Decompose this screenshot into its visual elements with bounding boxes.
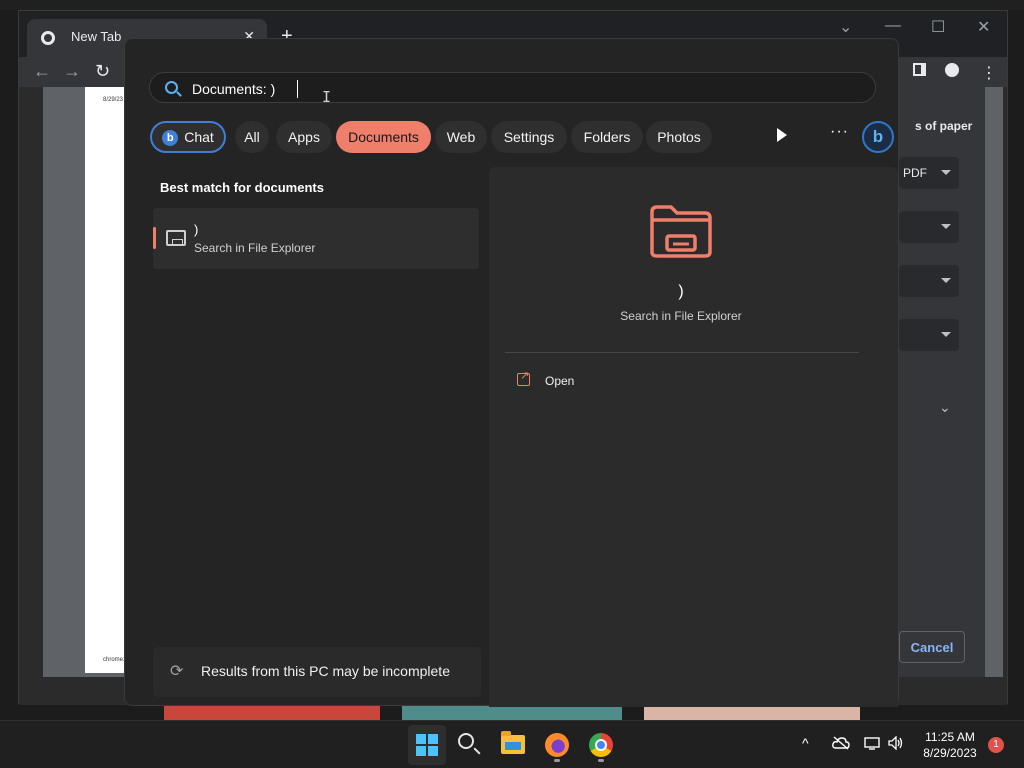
search-icon (165, 81, 178, 94)
file-explorer-icon (501, 731, 525, 754)
selection-indicator (153, 227, 156, 249)
chevron-down-icon (941, 332, 951, 337)
chevron-down-icon (941, 224, 951, 229)
cancel-button[interactable]: Cancel (899, 631, 965, 663)
result-title: ) (194, 222, 199, 237)
filter-web[interactable]: Web (435, 121, 487, 153)
open-external-icon (517, 369, 530, 386)
refresh-icon: ⟳ (170, 663, 184, 680)
best-match-result[interactable]: ) Search in File Explorer (153, 208, 479, 269)
filter-photos[interactable]: Photos (646, 121, 712, 153)
bing-chat-icon: b (162, 130, 179, 147)
text-caret (297, 80, 298, 98)
pages-label: s of paper (915, 119, 973, 133)
firefox-button[interactable] (541, 729, 573, 762)
menu-kebab-icon[interactable]: ⋮ (981, 63, 997, 83)
bing-icon[interactable]: b (862, 121, 894, 153)
desktop-background (0, 0, 1024, 10)
search-input[interactable] (192, 79, 852, 99)
running-indicator (598, 759, 604, 762)
minimize-button[interactable]: — (885, 17, 901, 35)
forward-button[interactable]: → (63, 61, 81, 82)
layout-select[interactable] (899, 265, 959, 297)
taskbar: ^ 11:25 AM 8/29/2023 1 (0, 720, 1024, 768)
results-pane: Best match for documents ) Search in Fil… (125, 167, 487, 707)
chrome-favicon-icon (41, 31, 55, 45)
search-flyout: I bChat All Apps Documents Web Settings … (124, 38, 899, 707)
back-button[interactable]: ← (33, 61, 51, 82)
close-window-button[interactable]: ✕ (977, 17, 990, 37)
running-indicator (554, 759, 560, 762)
start-button[interactable] (408, 725, 446, 765)
tab-search-icon[interactable]: ⌄ (839, 17, 852, 37)
onedrive-offline-icon[interactable] (832, 736, 850, 750)
chrome-icon (589, 733, 613, 757)
pages-select[interactable] (899, 211, 959, 243)
preview-pane: ) Search in File Explorer Open (489, 167, 898, 707)
volume-icon[interactable] (888, 736, 904, 750)
notice-text: Results from this PC may be incomplete (201, 663, 450, 679)
preview-subtitle: Search in File Explorer (620, 309, 742, 323)
profile-avatar-icon[interactable] (945, 63, 959, 77)
tab-title: New Tab (71, 29, 122, 44)
open-action-label: Open (545, 374, 575, 388)
folder-search-icon (166, 230, 186, 246)
clock-date: 8/29/2023 (923, 746, 977, 760)
clock[interactable]: 11:25 AM 8/29/2023 (912, 729, 988, 761)
more-settings-chevron-icon[interactable]: ⌄ (939, 399, 951, 416)
show-hidden-icons-chevron-icon[interactable]: ^ (802, 735, 809, 751)
folder-icon (650, 205, 712, 258)
filter-label: Chat (184, 129, 214, 145)
result-subtitle: Search in File Explorer (194, 241, 316, 255)
filter-folders[interactable]: Folders (571, 121, 643, 153)
mouse-ibeam-cursor-icon: I (322, 88, 332, 106)
chrome-button[interactable] (585, 729, 617, 762)
filter-apps[interactable]: Apps (276, 121, 332, 153)
maximize-button[interactable]: ☐ (931, 17, 945, 37)
filter-documents[interactable]: Documents (336, 121, 431, 153)
filter-settings[interactable]: Settings (491, 121, 567, 153)
reload-button[interactable]: ↻ (95, 61, 110, 82)
open-action[interactable]: Open (513, 369, 713, 393)
file-explorer-button[interactable] (497, 729, 529, 761)
clock-time: 11:25 AM (925, 730, 975, 744)
search-box[interactable]: I (149, 72, 876, 106)
more-options-icon[interactable]: ··· (830, 123, 849, 141)
filter-chat[interactable]: b Chat (150, 121, 226, 153)
page-date: 8/29/23 (103, 97, 124, 103)
scroll-filters-icon[interactable] (777, 128, 787, 142)
destination-select[interactable]: PDF (899, 157, 959, 189)
side-panel-icon[interactable] (913, 63, 926, 76)
firefox-icon (545, 733, 569, 757)
search-icon (458, 733, 474, 749)
filter-all[interactable]: All (235, 121, 269, 153)
color-select[interactable] (899, 319, 959, 351)
chevron-down-icon (941, 278, 951, 283)
notification-badge[interactable]: 1 (988, 737, 1004, 753)
section-heading: Best match for documents (160, 180, 324, 195)
chevron-down-icon (941, 170, 951, 175)
incomplete-results-notice[interactable]: ⟳ Results from this PC may be incomplete (153, 647, 481, 697)
destination-value: PDF (903, 166, 927, 180)
taskbar-search-button[interactable] (453, 729, 485, 761)
preview-title: ) (678, 283, 684, 300)
network-icon[interactable] (864, 736, 880, 750)
divider (505, 352, 859, 353)
windows-logo-icon (416, 734, 438, 756)
